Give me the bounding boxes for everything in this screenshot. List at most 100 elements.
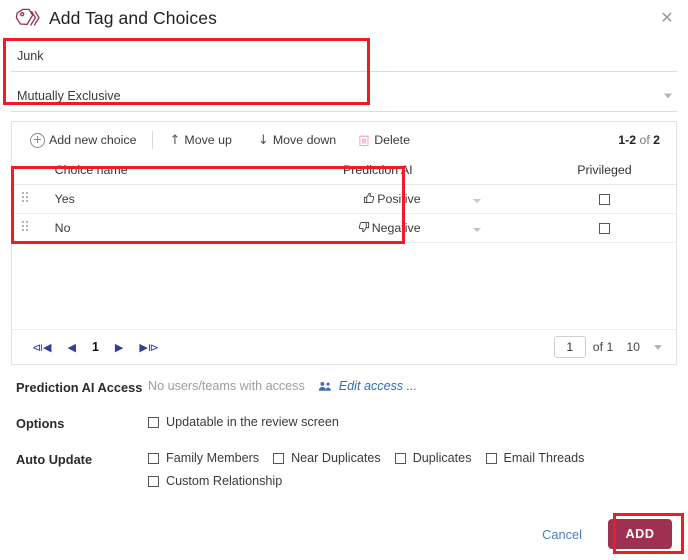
cell-privileged[interactable] [532, 184, 676, 214]
auto-update-row: Auto Update Family Members Near Duplicat… [0, 451, 688, 488]
tag-name-value: Junk [17, 49, 44, 63]
col-header-handle [12, 158, 43, 185]
prediction-ai-access-label: Prediction AI Access [16, 380, 143, 395]
move-down-button[interactable]: ↓ Move down [258, 133, 336, 148]
custom-relationship-checkbox[interactable] [148, 475, 159, 487]
col-header-choice-name: Choice name [42, 158, 247, 185]
arrow-down-icon: ↓ [257, 132, 269, 148]
dialog-titlebar: Add Tag and Choices ✕ [0, 0, 688, 36]
table-pagination: ⧏◀ ◀ 1 ▶ ▶⧐ 1 of 1 10 [12, 329, 676, 364]
auto-update-duplicates[interactable]: Duplicates [394, 451, 472, 465]
drag-handle-icon [22, 221, 30, 232]
updatable-checkbox[interactable] [148, 416, 159, 428]
cell-choice-name[interactable]: No [42, 213, 247, 243]
cell-prediction-label: Negative [371, 221, 421, 235]
auto-update-email-threads[interactable]: Email Threads [485, 451, 585, 465]
page-input[interactable]: 1 [553, 336, 586, 358]
record-count-range: 1-2 [618, 133, 637, 147]
cancel-button[interactable]: Cancel [542, 527, 582, 542]
chevron-down-icon[interactable] [654, 344, 662, 350]
cell-prediction-ai[interactable]: Positive [246, 184, 421, 214]
page-number-1[interactable]: 1 [92, 340, 99, 354]
auto-update-custom-relationship[interactable]: Custom Relationship [148, 474, 282, 488]
prediction-ai-access-value: No users/teams with access [148, 379, 305, 393]
table-header-row: Choice name Prediction AI Privileged [12, 158, 676, 185]
tag-type-select[interactable]: Mutually Exclusive [11, 81, 677, 112]
add-new-choice-label: Add new choice [49, 133, 137, 147]
col-header-caret [420, 158, 533, 185]
table-row[interactable]: Yes Positive [12, 184, 676, 214]
choices-toolbar: Add new choice ↑ Move up ↓ Move down Del… [12, 122, 676, 158]
choices-table: Choice name Prediction AI Privileged Yes [12, 158, 676, 243]
privileged-checkbox[interactable] [598, 223, 610, 235]
people-icon [318, 381, 337, 395]
col-header-privileged: Privileged [532, 158, 676, 185]
family-members-checkbox[interactable] [148, 452, 159, 464]
page-size-value[interactable]: 10 [626, 340, 640, 354]
choices-card: Add new choice ↑ Move up ↓ Move down Del… [11, 121, 677, 365]
auto-update-label: Auto Update [16, 452, 93, 467]
page-total-label: of 1 [592, 340, 614, 354]
toolbar-divider [152, 131, 154, 149]
chevron-down-icon [472, 199, 481, 203]
edit-access-label: Edit access ... [338, 379, 418, 393]
chevron-down-icon [472, 228, 481, 232]
trash-icon [358, 133, 370, 147]
tag-name-input[interactable]: Junk [11, 41, 677, 72]
first-page-button[interactable]: ⧏◀ [32, 342, 51, 353]
cell-choice-name[interactable]: Yes [42, 184, 247, 214]
move-up-label: Move up [184, 133, 232, 147]
duplicates-label: Duplicates [412, 451, 472, 465]
arrow-up-icon: ↑ [169, 132, 181, 148]
auto-update-options-line-1: Family Members Near Duplicates Duplicate… [148, 451, 688, 465]
add-new-choice-button[interactable]: Add new choice [30, 132, 137, 148]
table-row[interactable]: No Negative [12, 213, 676, 243]
tags-icon [14, 7, 40, 29]
move-up-button[interactable]: ↑ Move up [169, 133, 231, 148]
chevron-down-icon [664, 93, 672, 99]
auto-update-family-members[interactable]: Family Members [148, 451, 259, 465]
pagination-right: 1 of 1 10 [553, 336, 662, 358]
family-members-label: Family Members [166, 451, 260, 465]
email-threads-label: Email Threads [503, 451, 585, 465]
add-button[interactable]: ADD [608, 519, 672, 549]
prediction-ai-access-row: Prediction AI Access No users/teams with… [0, 379, 688, 395]
near-duplicates-checkbox[interactable] [273, 452, 285, 464]
row-drag-handle[interactable] [12, 184, 43, 214]
dialog-footer: Cancel ADD [0, 508, 688, 560]
record-count-total: 2 [653, 133, 660, 147]
near-duplicates-label: Near Duplicates [291, 451, 381, 465]
custom-relationship-label: Custom Relationship [166, 474, 283, 488]
duplicates-checkbox[interactable] [394, 452, 406, 464]
cell-prediction-dropdown[interactable] [420, 184, 533, 214]
auto-update-near-duplicates[interactable]: Near Duplicates [273, 451, 381, 465]
page-title: Add Tag and Choices [49, 7, 217, 28]
tag-fields: Junk Mutually Exclusive [0, 41, 688, 112]
cell-prediction-dropdown[interactable] [420, 213, 533, 243]
cell-privileged[interactable] [532, 213, 676, 243]
delete-button[interactable]: Delete [358, 133, 410, 147]
table-empty-space [12, 243, 676, 329]
privileged-checkbox[interactable] [598, 194, 610, 206]
settings-section: Prediction AI Access No users/teams with… [0, 365, 688, 488]
next-page-button[interactable]: ▶ [115, 342, 123, 353]
cell-prediction-label: Positive [377, 192, 421, 206]
option-updatable-label: Updatable in the review screen [166, 415, 339, 429]
cell-prediction-ai[interactable]: Negative [246, 213, 421, 243]
auto-update-options-line-2: Custom Relationship [148, 474, 688, 488]
prev-page-button[interactable]: ◀ [67, 342, 75, 353]
drag-handle-icon [22, 192, 30, 203]
col-header-prediction-ai: Prediction AI [246, 158, 421, 185]
edit-access-link[interactable]: Edit access ... [318, 379, 417, 393]
thumbs-up-icon [363, 192, 377, 207]
last-page-button[interactable]: ▶⧐ [139, 342, 158, 353]
tag-type-value: Mutually Exclusive [17, 89, 121, 103]
options-row: Options Updatable in the review screen [0, 415, 688, 431]
option-updatable-review-screen[interactable]: Updatable in the review screen [148, 415, 339, 429]
delete-label: Delete [374, 133, 411, 147]
close-icon[interactable]: ✕ [657, 8, 677, 28]
record-count-of: of [636, 133, 654, 147]
email-threads-checkbox[interactable] [485, 452, 497, 464]
row-drag-handle[interactable] [12, 213, 43, 243]
record-count: 1-2 of 2 [618, 133, 660, 147]
